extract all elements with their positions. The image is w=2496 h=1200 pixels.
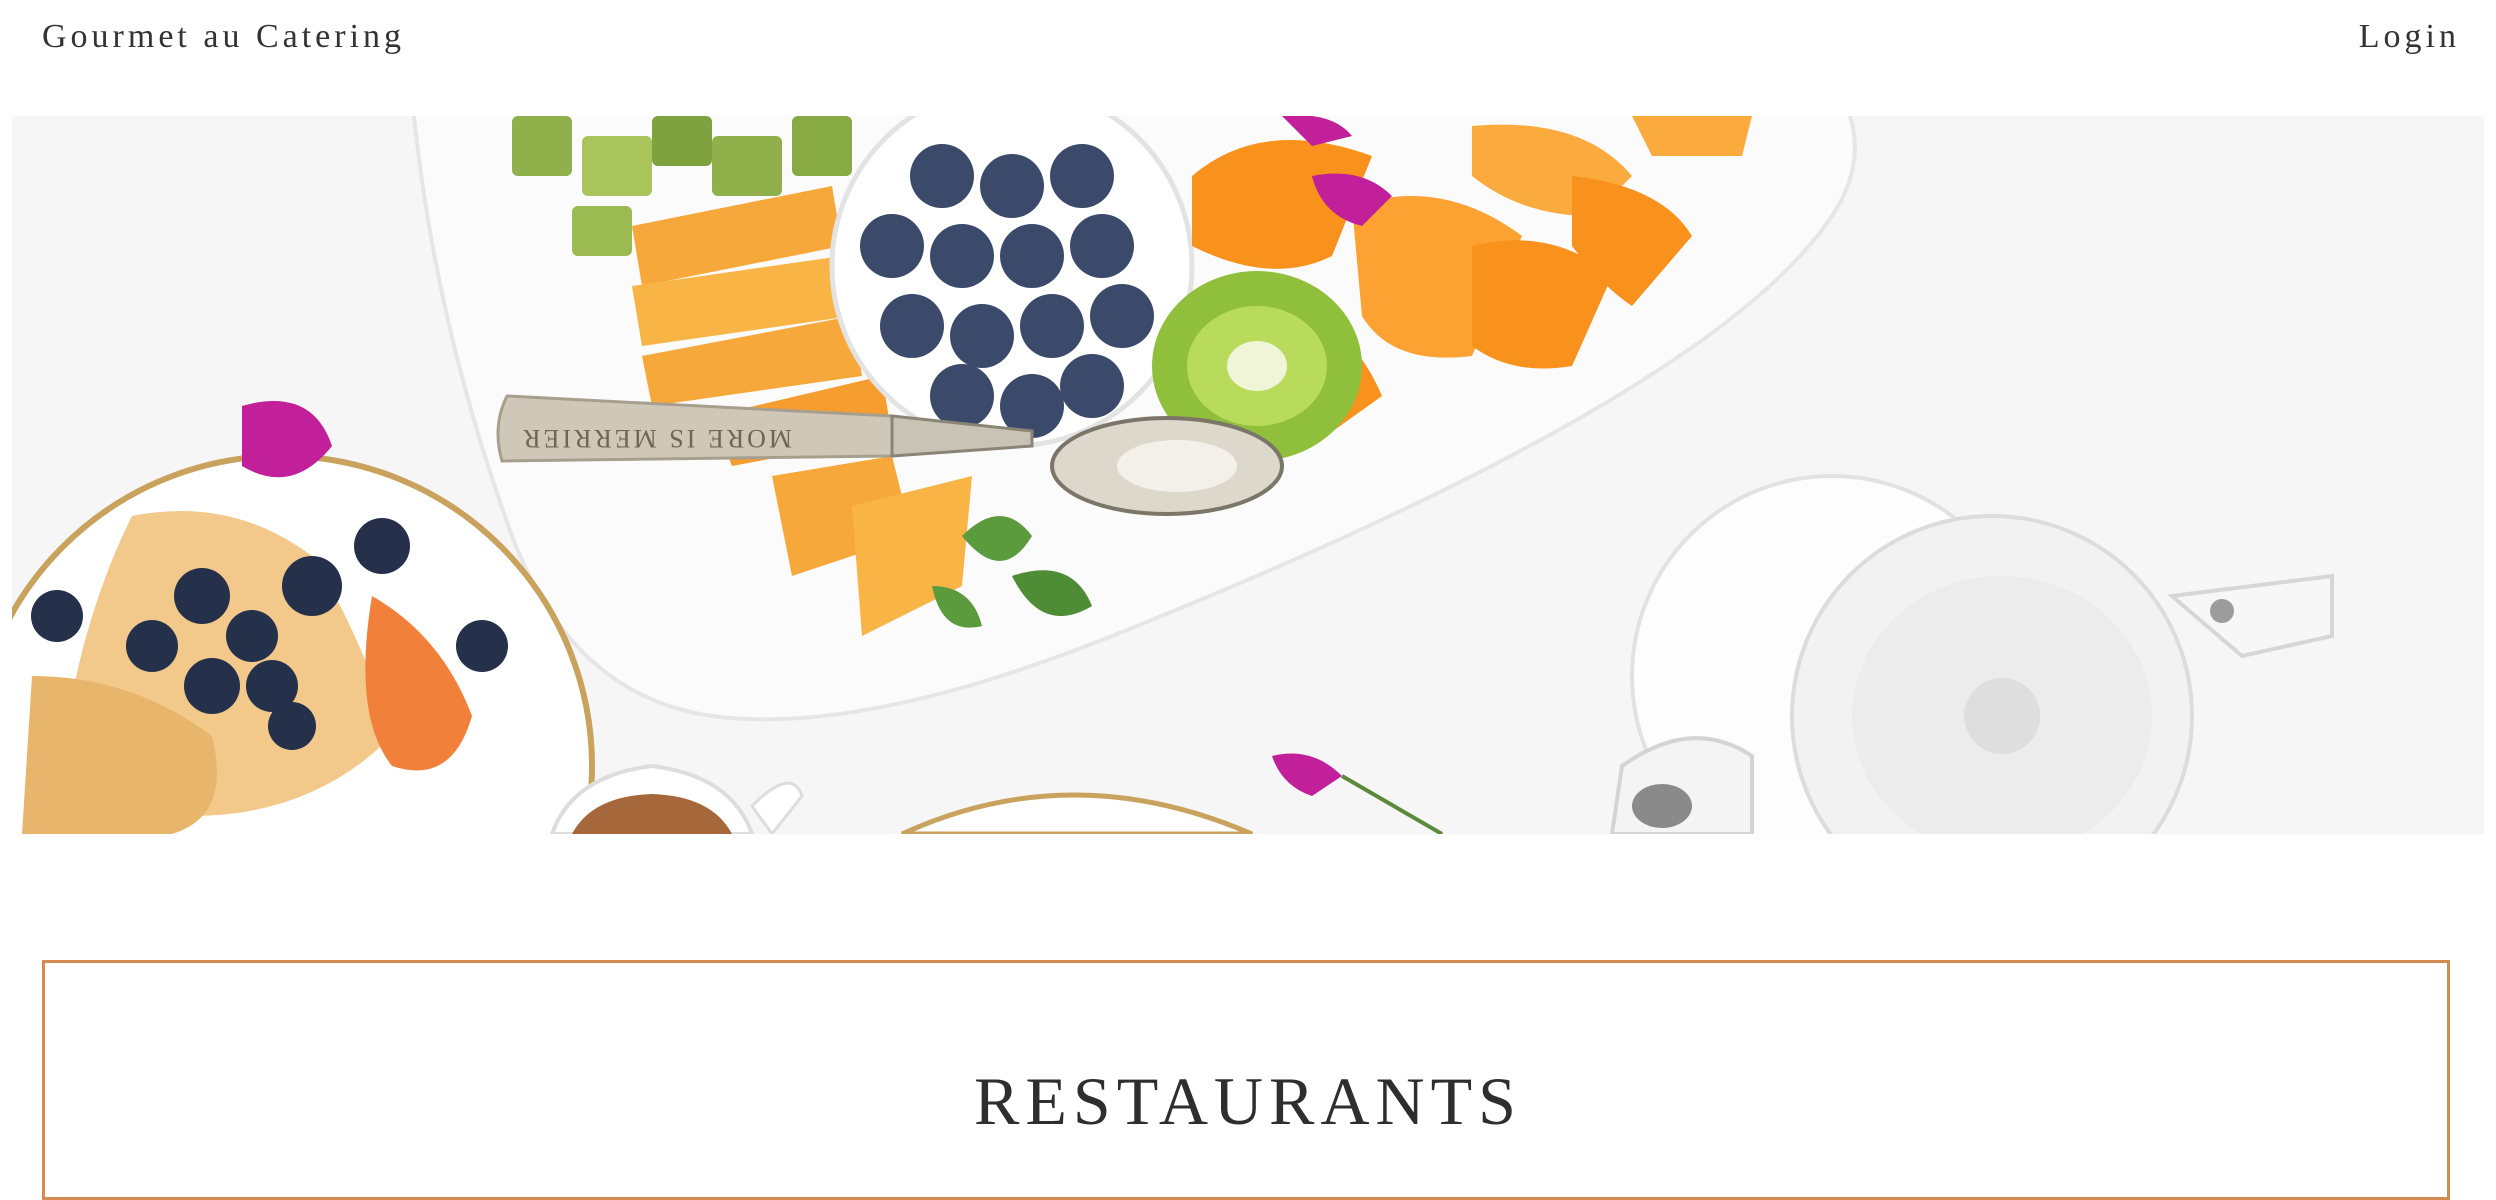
brand-logo-text[interactable]: Gourmet au Catering <box>42 18 405 56</box>
login-link[interactable]: Login <box>2359 18 2460 56</box>
restaurants-heading: RESTAURANTS <box>974 1063 1522 1139</box>
spoon-engraving-text: MORE IS MERRIER <box>520 424 792 453</box>
hero-image: MORE IS MERRIER <box>12 116 2484 834</box>
top-nav: Gourmet au Catering Login <box>0 0 2496 116</box>
